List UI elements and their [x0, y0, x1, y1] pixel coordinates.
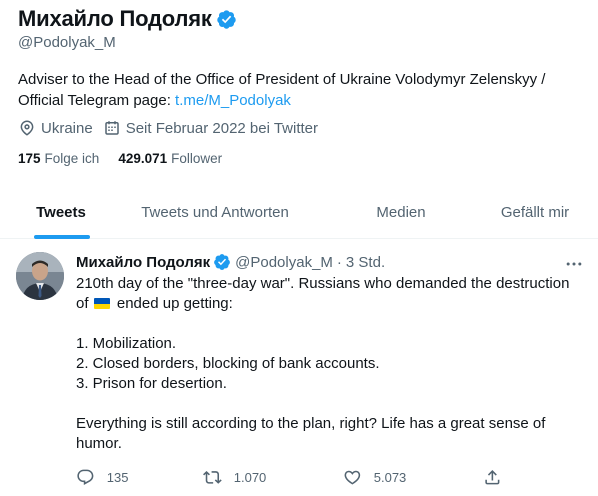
profile-bio: Adviser to the Head of the Office of Pre… — [18, 69, 588, 111]
followers-label: Follower — [171, 151, 223, 166]
calendar-icon — [104, 121, 119, 135]
tweet-text-fragment: ended up getting: — [116, 295, 233, 312]
profile-name-row: Михайло Подоляк — [18, 6, 237, 32]
location-text: Ukraine — [41, 119, 93, 137]
like-button[interactable]: 5.073 — [343, 468, 406, 487]
following-label: Folge ich — [44, 151, 100, 166]
share-icon — [485, 470, 500, 485]
profile-name: Михайло Подоляк — [18, 6, 212, 31]
avatar-photo — [16, 252, 64, 300]
tweet-line: 210th day of the "three-day war". Russia… — [76, 275, 570, 292]
tweet-text: 210th day of the "three-day war". Russia… — [76, 274, 586, 454]
follow-stats: 175 Folge ich 429.071 Follower — [18, 151, 241, 166]
followers-count: 429.071 — [118, 151, 168, 166]
verified-badge-icon — [214, 254, 231, 270]
tweet-line: Everything is still according to the pla… — [76, 415, 546, 452]
tweet-blank-line — [76, 314, 586, 334]
tab-likes[interactable]: Gefällt mir — [472, 186, 598, 239]
tweet-line: of ended up getting: — [76, 294, 586, 314]
following-link[interactable]: 175 Folge ich — [18, 151, 99, 166]
retweet-button[interactable]: 1.070 — [203, 468, 266, 487]
retweet-icon — [203, 471, 222, 484]
tab-tweets[interactable]: Tweets — [0, 186, 122, 239]
tweet-line: 1. Mobilization. — [76, 335, 177, 352]
ukraine-flag-icon — [93, 298, 110, 309]
tweet-timestamp[interactable]: 3 Std. — [346, 254, 385, 271]
like-icon — [344, 470, 361, 485]
following-count: 175 — [18, 151, 41, 166]
profile-tabs: Tweets Tweets und Antworten Medien Gefäl… — [0, 186, 598, 239]
profile-meta: Ukraine Seit Februar 2022 bei Twitter — [18, 119, 328, 137]
tweet-author-name[interactable]: Михайло Подоляк — [76, 254, 210, 271]
active-tab-indicator — [34, 235, 90, 239]
location-pin-icon — [20, 120, 34, 136]
tweet-blank-line — [76, 394, 586, 414]
avatar[interactable] — [16, 252, 64, 300]
tab-media[interactable]: Medien — [330, 186, 472, 239]
bio-telegram-link[interactable]: t.me/M_Podolyak — [175, 92, 291, 109]
tweet-line: 2. Closed borders, blocking of bank acco… — [76, 355, 380, 372]
tweet-actions: 135 1.070 5.073 — [76, 468, 506, 488]
profile-location: Ukraine — [18, 119, 93, 137]
reply-icon — [77, 469, 94, 485]
tweet[interactable]: Михайло Подоляк @Podolyak_M · 3 Std. 210… — [0, 240, 598, 496]
tweet-header: Михайло Подоляк @Podolyak_M · 3 Std. — [76, 253, 385, 271]
followers-link[interactable]: 429.071 Follower — [118, 151, 222, 166]
like-count: 5.073 — [373, 469, 407, 485]
verified-badge-icon — [217, 9, 236, 29]
tweet-author-handle[interactable]: @Podolyak_M — [235, 254, 333, 271]
joined-text: Seit Februar 2022 bei Twitter — [125, 119, 319, 137]
tweet-separator: · — [336, 253, 342, 271]
retweet-count: 1.070 — [233, 469, 267, 485]
share-button[interactable] — [483, 468, 514, 487]
profile-handle: @Podolyak_M — [18, 34, 116, 51]
tweet-text-fragment: of — [76, 295, 89, 312]
tweet-line: 3. Prison for desertion. — [76, 375, 227, 392]
reply-button[interactable]: 135 — [76, 468, 128, 487]
more-options-icon[interactable] — [564, 254, 584, 274]
reply-count: 135 — [106, 469, 129, 485]
tab-tweets-and-replies[interactable]: Tweets und Antworten — [122, 186, 308, 239]
profile-joined: Seit Februar 2022 bei Twitter — [103, 119, 318, 137]
